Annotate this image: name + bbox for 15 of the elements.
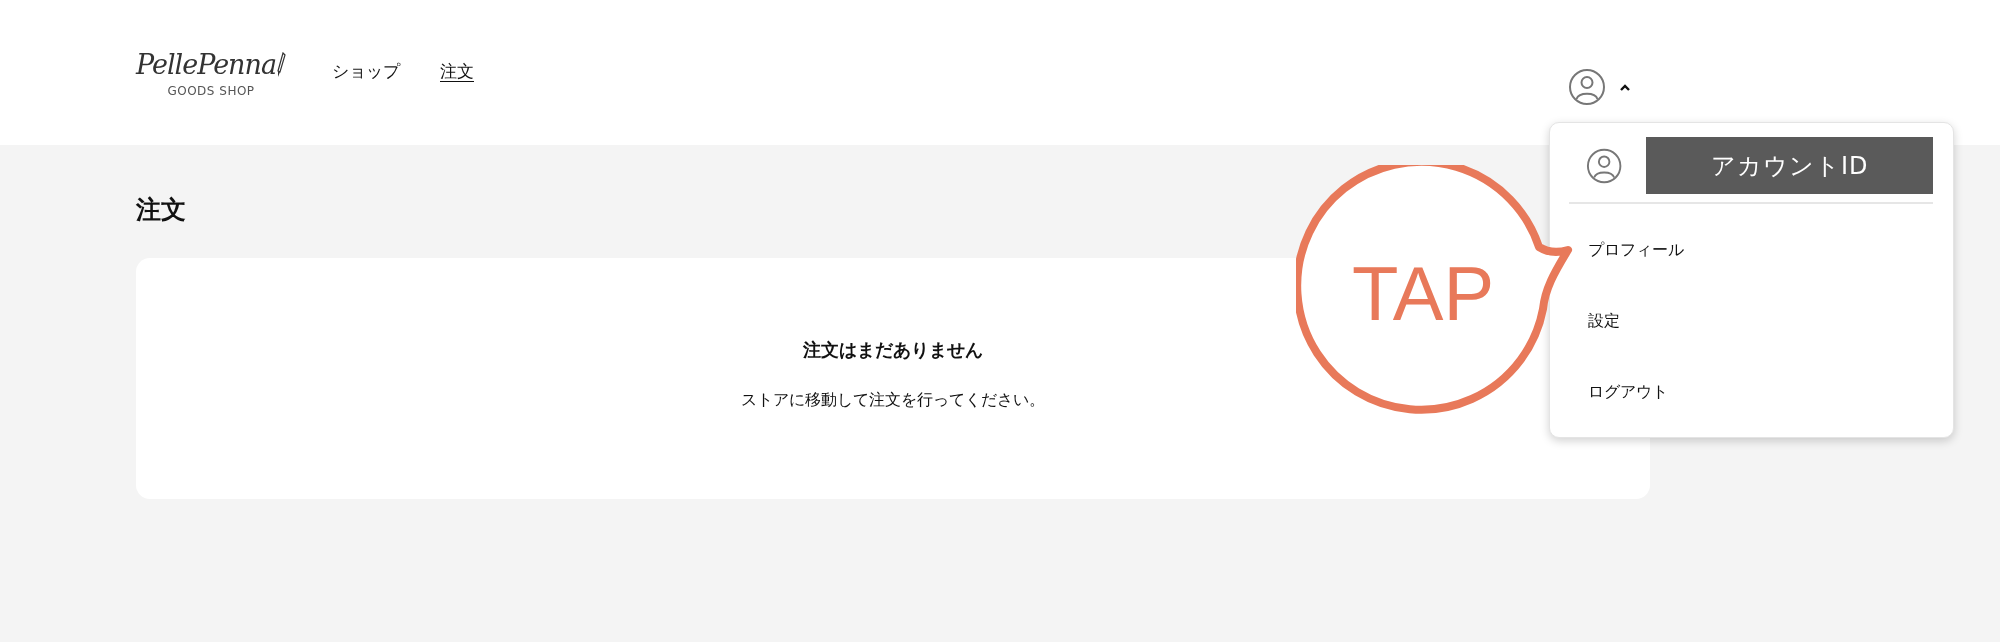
avatar-icon	[1568, 68, 1606, 106]
menu-item[interactable]: ログアウト	[1569, 356, 1933, 427]
empty-message: ストアに移動して注文を行ってください。	[741, 390, 1045, 411]
callout-label: TAP	[1351, 251, 1495, 336]
page-title: 注文	[136, 194, 187, 226]
nav-link[interactable]: ショップ	[332, 60, 400, 85]
caret-icon[interactable]	[1618, 82, 1632, 92]
menu-item[interactable]: 設定	[1569, 285, 1933, 356]
logo-subtitle: GOODS SHOP	[167, 84, 255, 98]
nav-link[interactable]: 注文	[440, 60, 474, 85]
logo-script: PellePenna	[136, 49, 276, 80]
empty-title: 注文はまだありません	[803, 338, 983, 362]
account-id-label: アカウントID	[1646, 137, 1933, 194]
menu-item[interactable]: プロフィール	[1569, 214, 1933, 285]
avatar-icon	[1586, 146, 1623, 185]
